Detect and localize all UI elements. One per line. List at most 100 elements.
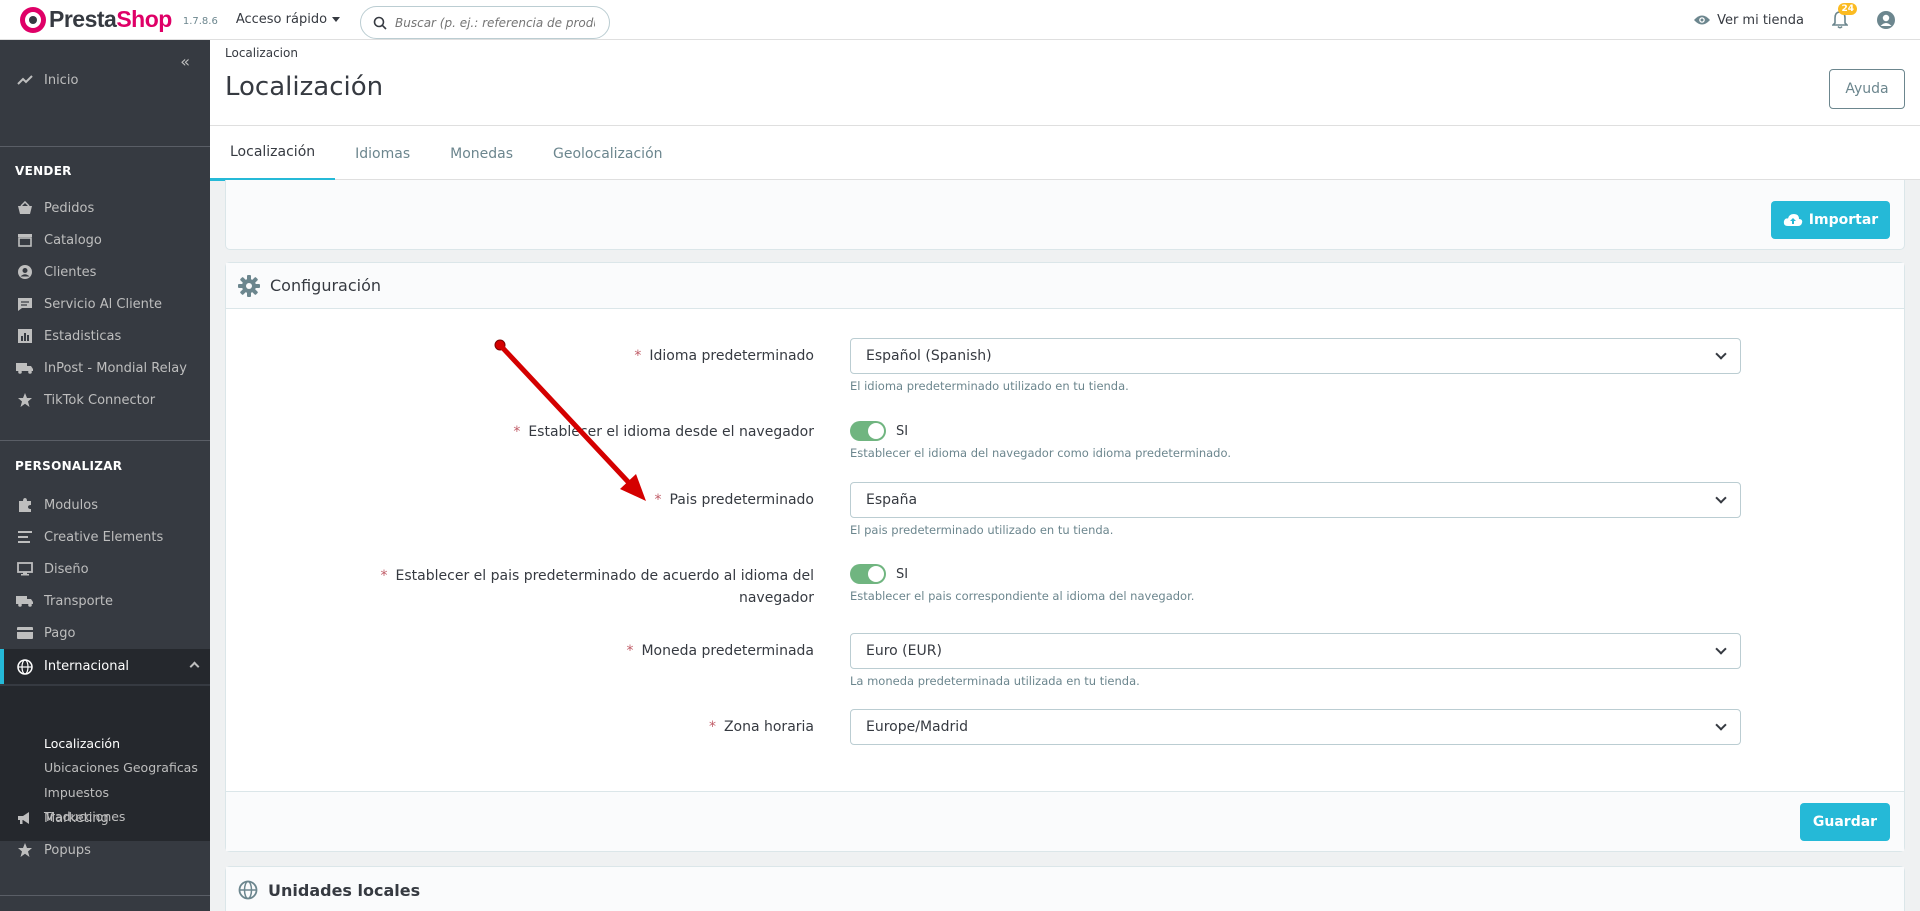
sidebar-item-orders[interactable]: Pedidos bbox=[0, 192, 210, 224]
sidebar-item-label: Transporte bbox=[44, 593, 113, 609]
prestashop-logo[interactable]: PrestaShop bbox=[20, 6, 172, 33]
sidebar-item-catalog[interactable]: Catalogo bbox=[0, 224, 210, 256]
sidebar-item-label: Popups bbox=[44, 842, 91, 858]
configuration-card-header: Configuración bbox=[226, 263, 1904, 309]
sidebar-divider bbox=[0, 440, 210, 441]
local-units-card: Unidades locales bbox=[225, 866, 1905, 911]
sidebar-item-creative-elements[interactable]: Creative Elements bbox=[0, 521, 210, 553]
sidebar-item-payment[interactable]: Pago bbox=[0, 617, 210, 649]
notifications-badge: 24 bbox=[1838, 3, 1857, 15]
sidebar-section-sell: VENDER bbox=[15, 164, 72, 178]
chevron-down-icon bbox=[1715, 719, 1727, 731]
caret-down-icon bbox=[332, 17, 341, 22]
timezone-select[interactable]: Europe/Madrid bbox=[850, 709, 1741, 745]
browser-language-switch[interactable]: SI bbox=[850, 421, 908, 441]
megaphone-icon bbox=[16, 809, 34, 827]
search-input[interactable] bbox=[395, 15, 595, 30]
sidebar-item-customer-service[interactable]: Servicio Al Cliente bbox=[0, 288, 210, 320]
sidebar-item-label: Pago bbox=[44, 625, 76, 641]
local-units-card-header: Unidades locales bbox=[226, 867, 1904, 911]
tab-bar: Localización Idiomas Monedas Geolocaliza… bbox=[210, 125, 1920, 181]
default-currency-select[interactable]: Euro (EUR) bbox=[850, 633, 1741, 669]
notifications-button[interactable]: 24 bbox=[1832, 3, 1857, 29]
page-title: Localización bbox=[225, 72, 384, 102]
sidebar-item-tiktok[interactable]: TikTok Connector bbox=[0, 384, 210, 416]
save-button[interactable]: Guardar bbox=[1800, 803, 1890, 841]
sidebar-subitem-localization[interactable]: Localización bbox=[44, 736, 120, 751]
default-country-select[interactable]: España bbox=[850, 482, 1741, 518]
sidebar-item-label: Marketing bbox=[44, 810, 109, 826]
user-circle-icon bbox=[16, 263, 34, 281]
browser-language-label: * Establecer el idioma desde el navegador bbox=[513, 424, 814, 440]
view-shop-link[interactable]: Ver mi tienda bbox=[1693, 13, 1804, 28]
sidebar-item-shipping[interactable]: Transporte bbox=[0, 585, 210, 617]
text-align-icon bbox=[16, 528, 34, 546]
sidebar-divider bbox=[0, 895, 210, 896]
toggle-switch[interactable] bbox=[850, 564, 886, 584]
required-marker: * bbox=[513, 424, 521, 440]
tab-currencies[interactable]: Monedas bbox=[430, 126, 533, 181]
sidebar-section-customize: PERSONALIZAR bbox=[15, 459, 123, 473]
tab-localization[interactable]: Localización bbox=[210, 126, 336, 181]
import-button[interactable]: Importar bbox=[1771, 201, 1890, 239]
default-country-value: España bbox=[866, 492, 918, 508]
globe-icon bbox=[238, 880, 258, 900]
version-label: 1.7.8.6 bbox=[182, 16, 218, 27]
help-button[interactable]: Ayuda bbox=[1829, 69, 1905, 109]
search-icon bbox=[373, 16, 387, 30]
tab-geolocation[interactable]: Geolocalización bbox=[533, 126, 683, 181]
browser-language-help: Establecer el idioma del navegador como … bbox=[850, 446, 1231, 460]
bar-chart-icon bbox=[16, 327, 34, 345]
star-icon bbox=[16, 391, 34, 409]
sidebar-item-design[interactable]: Diseño bbox=[0, 553, 210, 585]
sidebar-item-inpost[interactable]: InPost - Mondial Relay bbox=[0, 352, 210, 384]
sidebar-item-stats[interactable]: Estadisticas bbox=[0, 320, 210, 352]
sidebar-item-label: Inicio bbox=[44, 72, 79, 88]
default-language-label: * Idioma predeterminado bbox=[634, 348, 814, 364]
toggle-switch[interactable] bbox=[850, 421, 886, 441]
sidebar-item-label: Diseño bbox=[44, 561, 89, 577]
top-header: PrestaShop 1.7.8.6 Acceso rápido Ver mi … bbox=[0, 0, 1920, 40]
sidebar-divider bbox=[0, 146, 210, 147]
default-language-value: Español (Spanish) bbox=[866, 348, 992, 364]
account-button[interactable] bbox=[1876, 10, 1896, 30]
breadcrumb[interactable]: Localizacion bbox=[225, 46, 298, 60]
required-marker: * bbox=[380, 568, 388, 584]
sidebar-item-modules[interactable]: Modulos bbox=[0, 489, 210, 521]
sidebar-item-label: InPost - Mondial Relay bbox=[44, 360, 187, 376]
sidebar: « Inicio VENDER Pedidos Catalogo Cliente… bbox=[0, 40, 210, 911]
import-button-label: Importar bbox=[1808, 212, 1879, 228]
sidebar-item-customers[interactable]: Clientes bbox=[0, 256, 210, 288]
chevron-down-icon bbox=[1715, 643, 1727, 655]
sidebar-item-label: Pedidos bbox=[44, 200, 95, 216]
sidebar-subitem-geo-locations[interactable]: Ubicaciones Geograficas bbox=[44, 760, 198, 775]
prestashop-logo-icon bbox=[20, 6, 46, 33]
tab-languages[interactable]: Idiomas bbox=[335, 126, 430, 181]
sidebar-item-label: Modulos bbox=[44, 497, 98, 513]
sidebar-item-label: Clientes bbox=[44, 264, 97, 280]
sidebar-item-international[interactable]: Internacional bbox=[0, 649, 210, 684]
globe-icon bbox=[16, 658, 34, 676]
quick-access-dropdown[interactable]: Acceso rápido bbox=[236, 12, 341, 27]
local-units-title: Unidades locales bbox=[268, 880, 421, 900]
star-icon bbox=[16, 841, 34, 859]
sidebar-item-label: Servicio Al Cliente bbox=[44, 296, 163, 312]
sidebar-subitem-taxes[interactable]: Impuestos bbox=[44, 785, 109, 800]
credit-card-icon bbox=[16, 624, 34, 642]
default-language-select[interactable]: Español (Spanish) bbox=[850, 338, 1741, 374]
sidebar-item-home[interactable]: Inicio bbox=[0, 64, 210, 96]
basket-icon bbox=[16, 199, 34, 217]
required-marker: * bbox=[626, 643, 634, 659]
puzzle-icon bbox=[16, 496, 34, 514]
chevron-down-icon bbox=[1715, 492, 1727, 504]
browser-language-switch-value: SI bbox=[896, 423, 909, 439]
configuration-card: Configuración * Idioma predeterminado Esp… bbox=[225, 262, 1905, 852]
cloud-upload-icon bbox=[1783, 214, 1802, 226]
trending-icon bbox=[16, 71, 34, 89]
sidebar-item-marketing[interactable]: Marketing bbox=[0, 802, 210, 834]
truck-icon bbox=[16, 592, 34, 610]
search-box[interactable] bbox=[360, 6, 610, 39]
sidebar-item-popups[interactable]: Popups bbox=[0, 834, 210, 866]
country-by-language-switch-value: SI bbox=[896, 566, 909, 582]
country-by-language-switch[interactable]: SI bbox=[850, 564, 908, 584]
